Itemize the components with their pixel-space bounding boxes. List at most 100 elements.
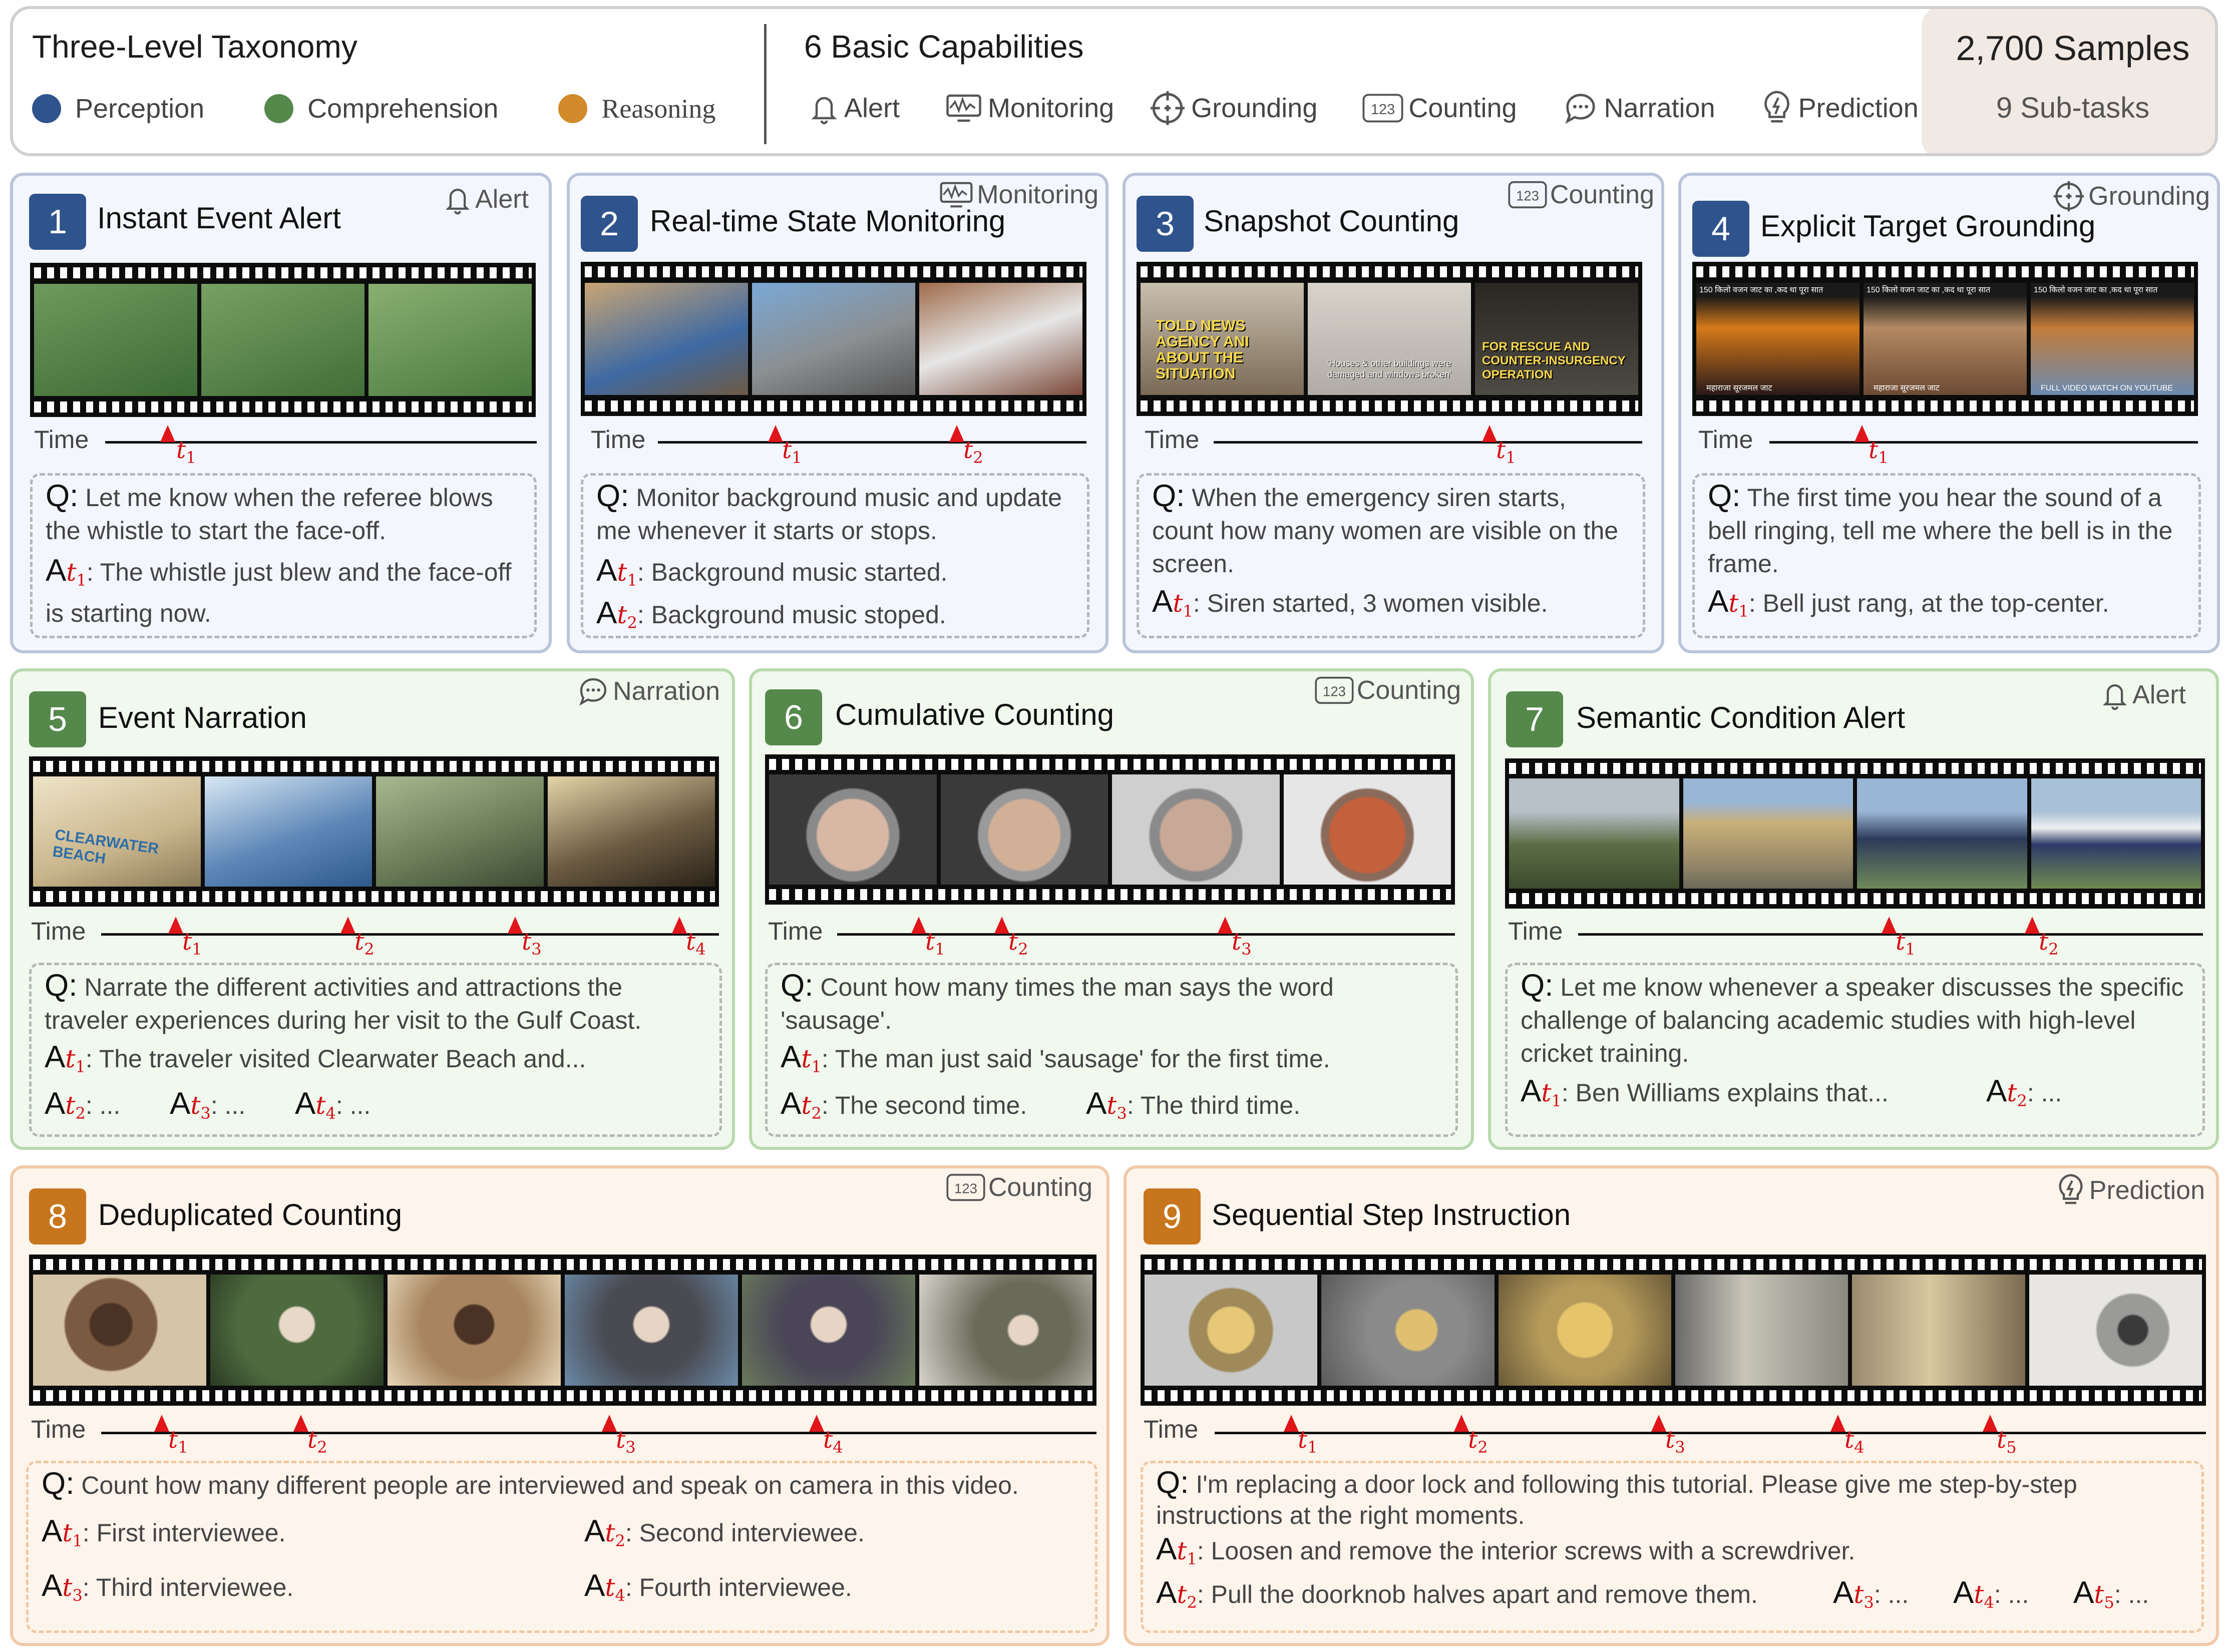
bell-icon bbox=[446, 189, 470, 215]
timeline bbox=[658, 441, 1086, 444]
question: Q: Let me know when the referee blows th… bbox=[46, 479, 493, 545]
task-number-badge: 5 bbox=[29, 691, 86, 747]
qa-box: Q: I'm replacing a door lock and followi… bbox=[1141, 1461, 2204, 1633]
frame-caption: CLEARWATER BEACH bbox=[51, 826, 160, 868]
lightbulb-bolt-icon bbox=[1764, 91, 1789, 123]
time-label: Time bbox=[31, 1415, 86, 1443]
question: Q: The first time you hear the sound of … bbox=[1708, 479, 2173, 578]
task-title: Sequential Step Instruction bbox=[1212, 1198, 1571, 1231]
capability-counting: Counting bbox=[1408, 93, 1517, 123]
timestamp-label: t2 bbox=[963, 436, 983, 467]
video-frame-3: FOR RESCUE AND COUNTER-INSURGENCY OPERAT… bbox=[1475, 283, 1638, 395]
answer-2: At2: Background music stoped. bbox=[596, 596, 946, 633]
task-capability: 123 Counting bbox=[1315, 675, 1461, 705]
samples-count: 2,700 Samples bbox=[1956, 29, 2190, 68]
timestamp-label: t5 bbox=[1997, 1426, 2017, 1457]
answer-1: At1: Background music started. bbox=[596, 553, 948, 590]
qa-box: Q: Narrate the different activities and … bbox=[29, 963, 722, 1137]
video-frame-4 bbox=[565, 1275, 738, 1386]
video-frame-3 bbox=[388, 1275, 561, 1386]
timestamp-marker bbox=[293, 1415, 308, 1432]
capability-label: Counting bbox=[1550, 180, 1654, 209]
video-filmstrip bbox=[29, 1255, 1096, 1406]
time-label: Time bbox=[1698, 426, 1753, 454]
timestamp-label: t1 bbox=[1896, 928, 1916, 959]
answer-3: At3: ... bbox=[170, 1086, 246, 1123]
video-frame-3 bbox=[1498, 1275, 1671, 1386]
video-frame-2 bbox=[1321, 1275, 1495, 1386]
task-panel-9: 9 Sequential Step Instruction Prediction… bbox=[1124, 1165, 2219, 1646]
task-capability: Alert bbox=[443, 183, 529, 216]
qa-box: Q: Count how many times the man says the… bbox=[765, 963, 1458, 1137]
qa-box: Q: Count how many different people are i… bbox=[26, 1461, 1097, 1633]
task-number-badge: 7 bbox=[1506, 691, 1563, 747]
svg-text:123: 123 bbox=[1323, 683, 1346, 699]
task-title: Snapshot Counting bbox=[1204, 204, 1459, 238]
level-label-comprehension: Comprehension bbox=[307, 94, 499, 124]
monitor-icon bbox=[940, 182, 973, 208]
task-title: Deduplicated Counting bbox=[98, 1198, 403, 1231]
answer-2: At2: Second interviewee. bbox=[584, 1514, 865, 1551]
qa-box: Q: When the emergency siren starts, coun… bbox=[1137, 473, 1645, 638]
timestamp-marker bbox=[160, 425, 175, 442]
answer-ellipsis-row: At2: ... At3: ... At4: ... bbox=[45, 1087, 706, 1130]
frame-caption: FOR RESCUE AND COUNTER-INSURGENCY OPERAT… bbox=[1482, 340, 1626, 381]
timeline bbox=[1769, 441, 2198, 444]
video-frame-1 bbox=[34, 284, 197, 396]
task-panel-6: 6 Cumulative Counting 123 Counting Time … bbox=[749, 668, 1474, 1150]
timestamp-label: t2 bbox=[2039, 928, 2059, 959]
timestamp-label: t1 bbox=[782, 436, 802, 467]
answer-2: At2: Pull the doorknob halves apart and … bbox=[1156, 1575, 1758, 1612]
monitor-icon bbox=[946, 94, 981, 122]
video-frame-6 bbox=[2029, 1275, 2202, 1386]
video-frame-3 bbox=[368, 284, 532, 396]
timestamp-label: t2 bbox=[307, 1426, 327, 1457]
video-frame-2 bbox=[940, 774, 1108, 885]
timestamp-marker bbox=[911, 917, 926, 934]
video-frame-6 bbox=[919, 1275, 1092, 1386]
capability-label: Narration bbox=[613, 677, 720, 706]
timestamp-label: t1 bbox=[168, 1426, 188, 1457]
answer-2: At2: The second time. bbox=[781, 1086, 1027, 1123]
taxonomy-title: Three-Level Taxonomy bbox=[32, 29, 357, 65]
answer-row-2: At3: Third interviewee. At4: Fourth inte… bbox=[42, 1569, 1082, 1612]
task-panel-4: 4 Explicit Target Grounding Grounding 15… bbox=[1678, 173, 2220, 653]
video-frame-4 bbox=[1675, 1275, 1848, 1386]
timestamp-label: t1 bbox=[925, 928, 945, 959]
task-panel-7: 7 Semantic Condition Alert Alert Time t1… bbox=[1488, 668, 2219, 1150]
answer-1: At1: The whistle just blew and the face-… bbox=[46, 553, 512, 628]
timestamp-marker bbox=[1454, 1415, 1469, 1432]
level-legend: Perception Comprehension Reasoning bbox=[32, 93, 715, 124]
task-capability: Monitoring bbox=[939, 180, 1098, 210]
question: Q: Let me know whenever a speaker discus… bbox=[1521, 968, 2184, 1068]
task-panel-3: 3 Snapshot Counting 123 Counting TOLD NE… bbox=[1123, 173, 1664, 653]
crosshair-icon bbox=[1151, 91, 1185, 125]
answer-3: At3: Third interviewee. bbox=[42, 1568, 294, 1605]
answer-4: At4: ... bbox=[1953, 1575, 2029, 1612]
answer-1: At1: Siren started, 3 women visible. bbox=[1152, 584, 1548, 621]
video-frame-1 bbox=[33, 1275, 206, 1386]
task-panel-2: 2 Real-time State Monitoring Monitoring … bbox=[567, 173, 1108, 653]
task-capability: Prediction bbox=[2055, 1172, 2205, 1208]
timestamp-label: t1 bbox=[1496, 436, 1516, 467]
timestamp-marker bbox=[508, 917, 523, 934]
answer-2: At2: ... bbox=[45, 1086, 121, 1123]
video-frame-2: 'Houses & other buildings were damaged a… bbox=[1308, 283, 1471, 395]
timestamp-marker bbox=[1482, 425, 1497, 442]
video-frame-4 bbox=[1283, 774, 1451, 885]
level-label-perception: Perception bbox=[75, 94, 205, 124]
timestamp-marker bbox=[168, 917, 183, 934]
time-label: Time bbox=[768, 917, 823, 945]
timestamp-marker bbox=[1983, 1415, 1998, 1432]
timestamp-label: t1 bbox=[182, 928, 202, 959]
counter-123-icon: 123 bbox=[1508, 181, 1547, 209]
task-panel-8: 8 Deduplicated Counting 123 Counting Tim… bbox=[10, 1165, 1109, 1646]
timestamp-marker bbox=[340, 917, 355, 934]
counter-123-icon: 123 bbox=[946, 1173, 985, 1201]
timestamp-marker bbox=[602, 1415, 617, 1432]
task-title: Instant Event Alert bbox=[97, 201, 341, 235]
video-frame-3 bbox=[1112, 774, 1280, 885]
timestamp-label: t1 bbox=[176, 436, 196, 467]
timeline bbox=[1214, 441, 1642, 444]
qa-box: Q: Let me know when the referee blows th… bbox=[30, 473, 537, 638]
